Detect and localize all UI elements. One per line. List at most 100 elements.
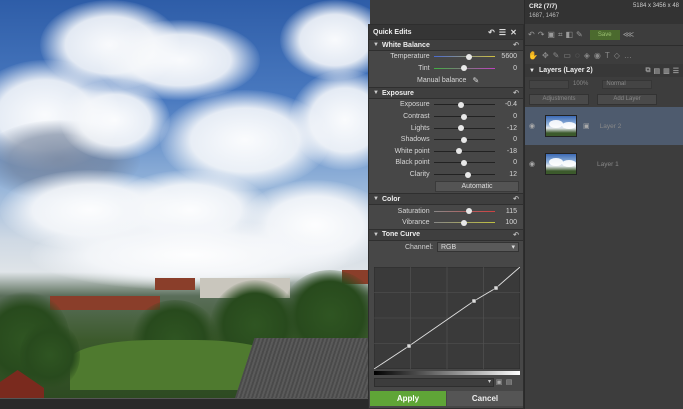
select-icon[interactable]: ▭ xyxy=(563,51,571,60)
slider-value[interactable]: 0 xyxy=(495,113,517,120)
manual-balance-label: Manual balance xyxy=(417,77,467,85)
slider-row[interactable]: White point -18 xyxy=(369,146,523,158)
slider-row[interactable]: Lights -12 xyxy=(369,122,523,134)
eye-icon[interactable]: ◉ xyxy=(594,51,601,60)
shape-icon[interactable]: ◇ xyxy=(614,51,620,60)
slider-row[interactable]: Contrast 0 xyxy=(369,111,523,123)
reset-icon[interactable]: ↶ xyxy=(513,89,519,97)
eyedropper-icon[interactable]: ✎ xyxy=(576,30,583,39)
section-color[interactable]: ▼ Color ↶ xyxy=(369,193,523,206)
hand-icon[interactable]: ✋ xyxy=(528,51,538,60)
shadows-slider[interactable] xyxy=(433,136,496,143)
slider-value[interactable]: 5600 xyxy=(495,53,517,60)
white-point-slider[interactable] xyxy=(433,148,496,155)
slider-row[interactable]: Vibrance 100 xyxy=(369,217,523,229)
slider-row[interactable]: Tint 0 xyxy=(369,63,523,75)
slider-knob[interactable] xyxy=(465,208,472,215)
visibility-icon[interactable]: ◉ xyxy=(529,122,539,130)
channel-row[interactable]: Channel: RGB ▾ xyxy=(369,241,523,254)
saturation-slider[interactable] xyxy=(433,208,496,215)
text-icon[interactable]: T xyxy=(605,51,610,60)
lights-slider[interactable] xyxy=(433,125,496,132)
menu-icon[interactable]: ☰ xyxy=(673,67,679,75)
temperature-slider[interactable] xyxy=(433,53,496,60)
reset-icon[interactable]: ↶ xyxy=(513,195,519,203)
cancel-button[interactable]: Cancel xyxy=(447,391,523,406)
slider-row[interactable]: Exposure -0.4 xyxy=(369,99,523,111)
duplicate-icon[interactable]: ⧉ xyxy=(645,67,650,75)
slider-knob[interactable] xyxy=(461,136,468,143)
slider-value[interactable]: 100 xyxy=(495,219,517,226)
curve-point xyxy=(471,298,477,304)
section-tone-curve[interactable]: ▼ Tone Curve ↶ xyxy=(369,228,523,241)
clarity-slider[interactable] xyxy=(433,171,496,178)
image-icon[interactable]: ▣ xyxy=(547,30,555,39)
delete-icon[interactable]: ▤ xyxy=(504,378,514,386)
slider-row[interactable]: Temperature 5600 xyxy=(369,51,523,63)
opacity-slider xyxy=(529,79,569,89)
vibrance-slider[interactable] xyxy=(433,219,496,226)
stamp-icon[interactable]: ◈ xyxy=(584,51,590,60)
slider-knob[interactable] xyxy=(461,219,468,226)
add-layer-icon[interactable]: ▤ xyxy=(653,67,660,75)
eyedropper-icon[interactable]: ✎ xyxy=(472,76,479,85)
collapse-icon[interactable]: ▼ xyxy=(529,68,535,74)
exposure-slider[interactable] xyxy=(433,101,496,108)
slider-row[interactable]: Clarity 12 xyxy=(369,169,523,181)
redo-icon[interactable]: ↷ xyxy=(538,30,545,39)
delete-icon[interactable]: ▥ xyxy=(663,67,670,75)
slider-knob[interactable] xyxy=(461,159,468,166)
share-icon[interactable]: ⋘ xyxy=(623,30,634,39)
menu-icon[interactable]: ☰ xyxy=(497,28,508,37)
tint-slider[interactable] xyxy=(433,65,496,72)
black-point-slider[interactable] xyxy=(433,159,496,166)
slider-value[interactable]: 0 xyxy=(495,65,517,72)
slider-value[interactable]: 12 xyxy=(495,171,517,178)
move-icon[interactable]: ✥ xyxy=(542,51,549,60)
chevron-down-icon: ▾ xyxy=(511,244,515,252)
layer-item[interactable]: ◉ Layer 1 xyxy=(525,145,683,183)
apply-button[interactable]: Apply xyxy=(370,391,446,406)
slider-knob[interactable] xyxy=(461,65,468,72)
visibility-icon[interactable]: ◉ xyxy=(529,160,539,168)
contrast-slider[interactable] xyxy=(433,113,496,120)
close-icon[interactable]: ✕ xyxy=(508,28,519,37)
slider-knob[interactable] xyxy=(465,171,472,178)
slider-value[interactable]: 0 xyxy=(495,159,517,166)
automatic-button[interactable]: Automatic xyxy=(435,181,519,193)
reset-icon[interactable]: ↶ xyxy=(513,231,519,239)
save-button[interactable]: Save xyxy=(589,29,620,40)
slider-value[interactable]: -0.4 xyxy=(495,101,517,108)
preset-dropdown[interactable]: ▾ xyxy=(374,377,494,387)
layer-item[interactable]: ◉ ▣ Layer 2 xyxy=(525,107,683,145)
slider-knob[interactable] xyxy=(466,53,473,60)
photo-canvas[interactable] xyxy=(0,0,370,400)
slider-knob[interactable] xyxy=(458,101,465,108)
section-exposure[interactable]: ▼ Exposure ↶ xyxy=(369,87,523,100)
slider-value[interactable]: 115 xyxy=(495,208,517,215)
manual-balance-row[interactable]: Manual balance ✎ xyxy=(369,74,523,87)
slider-value[interactable]: -12 xyxy=(495,125,517,132)
slider-label: Contrast xyxy=(403,113,430,121)
brush-icon[interactable]: ✎ xyxy=(553,51,560,60)
channel-select[interactable]: RGB ▾ xyxy=(437,242,519,253)
undo-icon[interactable]: ↶ xyxy=(528,30,535,39)
crop-icon[interactable]: ⌗ xyxy=(558,30,563,40)
slider-knob[interactable] xyxy=(455,148,462,155)
lasso-icon[interactable]: ◌ xyxy=(575,51,580,60)
slider-knob[interactable] xyxy=(461,113,468,120)
reset-icon[interactable]: ↶ xyxy=(513,41,519,49)
slider-value[interactable]: -18 xyxy=(495,148,517,155)
section-title: Color xyxy=(382,195,401,203)
more-icon[interactable]: … xyxy=(624,51,632,60)
section-white-balance[interactable]: ▼ White Balance ↶ xyxy=(369,39,523,51)
slider-knob[interactable] xyxy=(457,125,464,132)
undo-icon[interactable]: ↶ xyxy=(486,28,497,37)
slider-row[interactable]: Shadows 0 xyxy=(369,134,523,146)
slider-row[interactable]: Saturation 115 xyxy=(369,205,523,217)
slider-row[interactable]: Black point 0 xyxy=(369,157,523,169)
save-icon[interactable]: ▣ xyxy=(494,378,504,386)
slider-value[interactable]: 0 xyxy=(495,136,517,143)
tone-curve-graph[interactable] xyxy=(374,267,520,369)
fill-icon[interactable]: ◧ xyxy=(565,30,573,39)
